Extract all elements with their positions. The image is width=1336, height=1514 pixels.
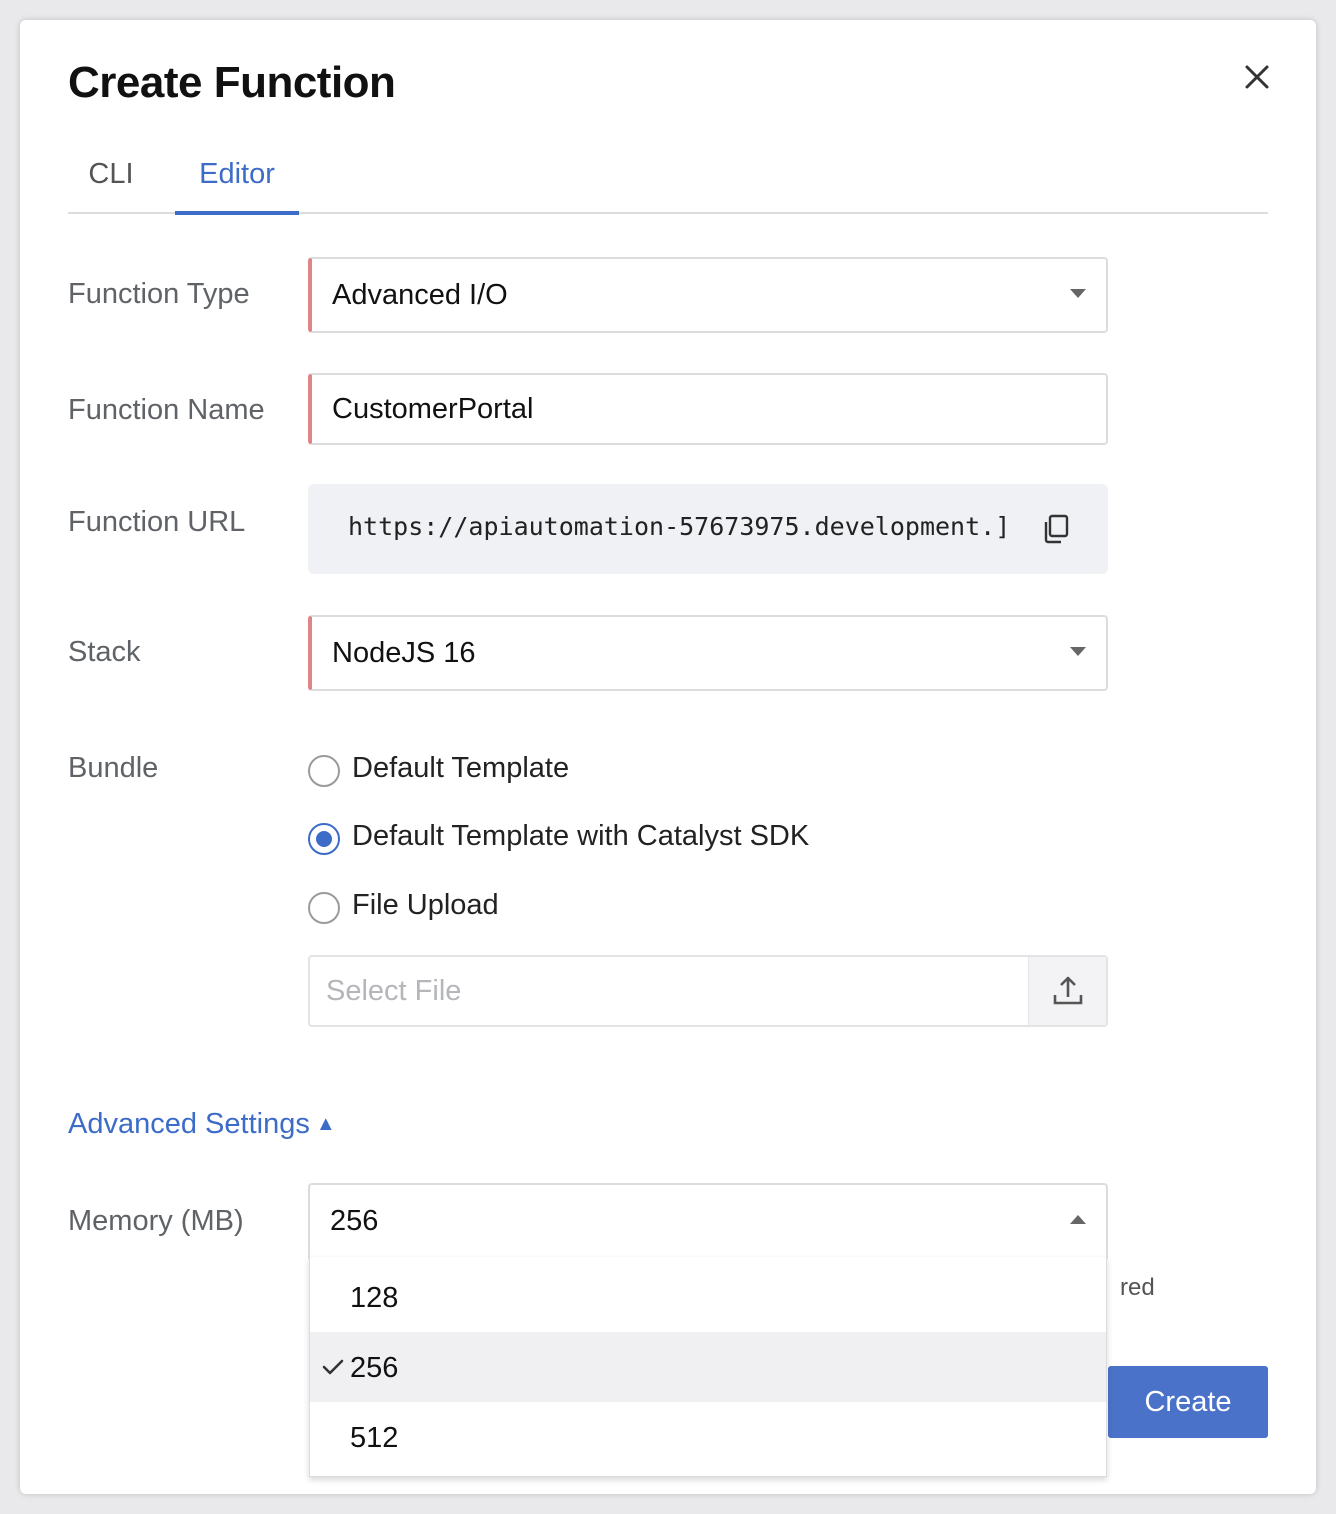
check-icon [322,1359,344,1375]
bundle-label: Bundle [68,752,159,784]
advanced-settings-label: Advanced Settings [68,1108,310,1140]
upload-icon [1053,976,1083,1005]
chevron-down-icon [1070,647,1086,656]
function-name-label: Function Name [68,394,265,426]
advanced-settings-toggle[interactable]: Advanced Settings ▲ [68,1108,336,1141]
create-function-dialog: Create Function CLI Editor Function Type… [20,20,1316,1494]
dialog-title: Create Function [68,58,396,107]
stack-select[interactable]: NodeJS 16 [308,615,1108,691]
function-type-label: Function Type [68,278,250,310]
memory-option-512[interactable]: 512 [310,1402,1106,1472]
create-button[interactable]: Create [1108,1366,1268,1438]
tab-bar: CLI Editor [68,150,1268,215]
function-type-select[interactable]: Advanced I/O [308,257,1108,333]
partially-hidden-text: red [1120,1274,1155,1301]
memory-value: 256 [330,1205,379,1237]
radio-label: Default Template [352,752,570,784]
radio-label: File Upload [352,889,499,921]
radio-button[interactable] [308,755,340,787]
tab-editor[interactable]: Editor [175,150,299,215]
function-url-value: https://apiautomation-57673975.developme… [348,512,1011,541]
function-type-value: Advanced I/O [332,279,508,311]
triangle-up-icon: ▲ [315,1113,336,1135]
function-name-input[interactable]: CustomerPortal [308,373,1108,445]
file-select-field[interactable]: Select File [308,955,1108,1027]
chevron-up-icon [1070,1215,1086,1224]
stack-label: Stack [68,636,141,668]
upload-button[interactable] [1028,957,1106,1025]
memory-option-128[interactable]: 128 [310,1262,1106,1332]
memory-select[interactable]: 256 [308,1183,1108,1259]
tab-cli[interactable]: CLI [68,150,154,214]
copy-icon[interactable] [1042,514,1070,544]
file-placeholder: Select File [326,975,462,1007]
option-label: 256 [350,1352,399,1384]
stack-value: NodeJS 16 [332,637,476,669]
radio-label: Default Template with Catalyst SDK [352,820,810,852]
memory-label: Memory (MB) [68,1205,244,1237]
option-label: 512 [350,1422,399,1454]
function-name-value: CustomerPortal [332,393,534,425]
memory-dropdown-list: 128 256 512 [309,1257,1107,1477]
option-label: 128 [350,1282,399,1314]
chevron-down-icon [1070,289,1086,298]
close-icon[interactable] [1240,60,1274,94]
radio-button-selected[interactable] [308,823,340,855]
function-url-label: Function URL [68,506,246,538]
memory-option-256[interactable]: 256 [310,1332,1106,1402]
radio-button[interactable] [308,892,340,924]
function-url-field: https://apiautomation-57673975.developme… [308,484,1108,574]
